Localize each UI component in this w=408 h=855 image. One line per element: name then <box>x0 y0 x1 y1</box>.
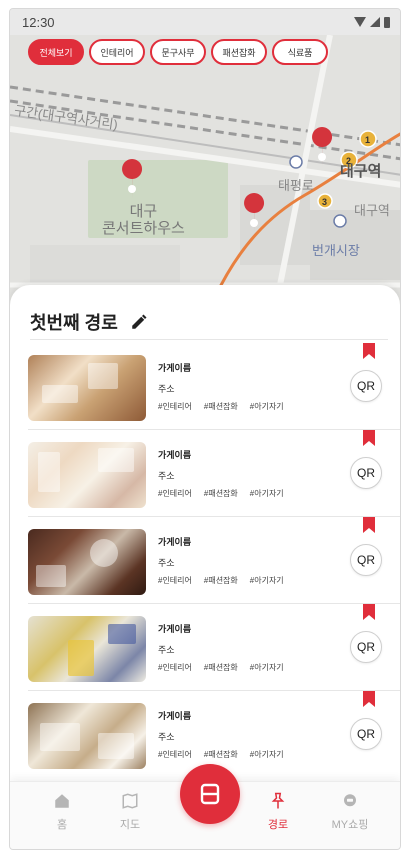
store-name: 가게이름 <box>158 363 192 373</box>
store-tags: #인테리어 #패션잡화 #아기자기 <box>158 488 284 499</box>
store-address: 주소 <box>158 732 175 742</box>
store-tags: #인테리어 #패션잡화 #아기자기 <box>158 401 284 412</box>
filter-chip-fashion[interactable]: 패션잡화 <box>211 39 267 65</box>
store-tags: #인테리어 #패션잡화 #아기자기 <box>158 575 284 586</box>
qr-button[interactable]: QR <box>350 718 382 750</box>
bookmark-icon[interactable] <box>363 343 375 359</box>
store-thumbnail <box>28 616 146 682</box>
map-place-label-line-2: 콘서트하우스 <box>102 220 185 237</box>
nav-item-my-shopping[interactable]: MY쇼핑 <box>320 792 380 832</box>
store-tags: #인테리어 #패션잡화 #아기자기 <box>158 749 284 760</box>
map-marker-3: 3 <box>322 197 328 207</box>
bookmark-icon[interactable] <box>363 691 375 707</box>
signal-icon <box>370 17 380 27</box>
map-place-label-market: 번개시장 <box>312 243 360 258</box>
store-name: 가게이름 <box>158 624 192 634</box>
nav-label-home: 홈 <box>56 819 68 831</box>
bottom-navigation: 홈 지도 경로 MY쇼핑 <box>10 764 400 849</box>
store-thumbnail <box>28 355 146 421</box>
store-name: 가게이름 <box>158 711 192 721</box>
store-tag: #아기자기 <box>249 576 284 585</box>
map-road-label-3: 대구역 <box>354 203 390 218</box>
qr-button[interactable]: QR <box>350 370 382 402</box>
wifi-icon <box>354 17 366 27</box>
route-header: 첫번째 경로 <box>30 309 148 335</box>
filter-chip-all[interactable]: 전체보기 <box>28 39 84 65</box>
store-address: 주소 <box>158 471 175 481</box>
route-store-list: 가게이름 주소 #인테리어 #패션잡화 #아기자기 QR 가게이름 주소 #인테… <box>28 343 400 778</box>
store-thumbnail <box>28 442 146 508</box>
store-address: 주소 <box>158 645 175 655</box>
route-title: 첫번째 경로 <box>30 313 118 333</box>
map-place-label-line-1: 대구 <box>129 203 158 220</box>
chat-icon <box>344 794 356 807</box>
store-tag: #패션잡화 <box>203 489 238 498</box>
nav-label-map: 지도 <box>119 819 141 831</box>
route-header-divider <box>30 339 388 340</box>
filter-chip-interior[interactable]: 인테리어 <box>89 39 145 65</box>
map-icon <box>122 793 138 809</box>
store-tag: #패션잡화 <box>203 402 238 411</box>
pin-icon <box>271 792 285 809</box>
filter-chip-stationery[interactable]: 문구사무 <box>150 39 206 65</box>
map-marker-1: 1 <box>365 135 371 145</box>
store-tag: #아기자기 <box>249 663 284 672</box>
qr-button[interactable]: QR <box>350 631 382 663</box>
center-action-button[interactable] <box>180 764 240 824</box>
filter-chip-grocery[interactable]: 식료품 <box>272 39 328 65</box>
store-list-item[interactable]: 가게이름 주소 #인테리어 #패션잡화 #아기자기 QR <box>28 517 400 604</box>
store-name: 가게이름 <box>158 537 192 547</box>
store-list-item[interactable]: 가게이름 주소 #인테리어 #패션잡화 #아기자기 QR <box>28 343 400 430</box>
store-list-item[interactable]: 가게이름 주소 #인테리어 #패션잡화 #아기자기 QR <box>28 430 400 517</box>
map-place-label-concert-hall: 대구 콘서트하우스 <box>102 203 185 237</box>
qr-button[interactable]: QR <box>350 457 382 489</box>
store-thumbnail <box>28 529 146 595</box>
battery-icon <box>384 16 390 28</box>
store-tag: #인테리어 <box>158 489 192 498</box>
nav-item-route[interactable]: 경로 <box>248 792 308 832</box>
nav-label-my-shopping: MY쇼핑 <box>331 819 369 831</box>
store-name: 가게이름 <box>158 450 192 460</box>
store-tag: #패션잡화 <box>203 750 238 759</box>
store-tag: #인테리어 <box>158 750 192 759</box>
map-road-label-2: 태평로 <box>278 178 314 193</box>
route-sheet: 첫번째 경로 가게이름 주소 #인테리어 #패션잡화 #아기자기 QR 가게이름… <box>10 285 400 845</box>
nav-item-map[interactable]: 지도 <box>100 792 160 832</box>
nav-item-home[interactable]: 홈 <box>32 792 92 832</box>
store-tags: #인테리어 #패션잡화 #아기자기 <box>158 662 284 673</box>
store-tag: #패션잡화 <box>203 663 238 672</box>
store-tag: #인테리어 <box>158 663 192 672</box>
home-icon <box>55 794 69 808</box>
nav-label-route: 경로 <box>267 819 289 831</box>
store-tag: #패션잡화 <box>203 576 238 585</box>
category-filter-row: 전체보기 인테리어 문구사무 패션잡화 식료품 <box>28 39 328 65</box>
store-tag: #인테리어 <box>158 576 192 585</box>
map-marker-2: 2 <box>346 156 352 166</box>
store-list-item[interactable]: 가게이름 주소 #인테리어 #패션잡화 #아기자기 QR <box>28 604 400 691</box>
store-thumbnail <box>28 703 146 769</box>
store-tag: #아기자기 <box>249 489 284 498</box>
store-tag: #아기자기 <box>249 402 284 411</box>
store-address: 주소 <box>158 384 175 394</box>
phone-screen: 12:30 구간(대구역사거리) 대구 콘서트하우스 태평로 대구역 대구역 번… <box>9 8 401 850</box>
bookmark-icon[interactable] <box>363 430 375 446</box>
store-tag: #인테리어 <box>158 402 192 411</box>
bookmark-icon[interactable] <box>363 604 375 620</box>
bookmark-icon[interactable] <box>363 517 375 533</box>
status-time: 12:30 <box>22 14 55 30</box>
store-tag: #아기자기 <box>249 750 284 759</box>
route-list-icon <box>200 783 220 805</box>
store-address: 주소 <box>158 558 175 568</box>
pencil-icon[interactable] <box>130 313 148 331</box>
status-bar: 12:30 <box>10 9 400 35</box>
qr-button[interactable]: QR <box>350 544 382 576</box>
status-icons <box>354 16 390 28</box>
